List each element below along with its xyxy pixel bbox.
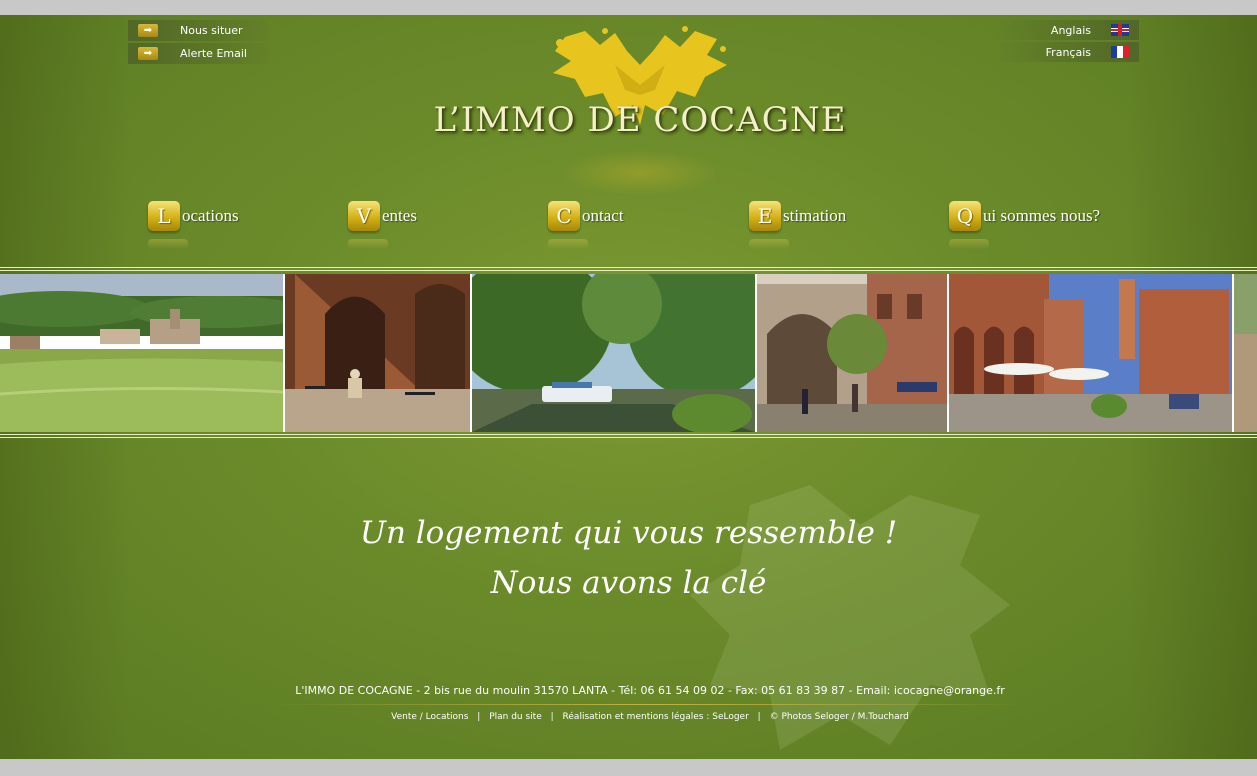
footer-separator: |: [757, 712, 761, 722]
nav-ventes-initial: V: [348, 201, 380, 231]
alerte-email-label: Alerte Email: [180, 47, 247, 60]
nav-contact-label: ontact: [582, 206, 624, 225]
footer-link-plan-du-site[interactable]: Plan du site: [489, 712, 542, 722]
nav-contact-initial: C: [548, 201, 580, 231]
arcade-cafe-photo: [285, 274, 470, 432]
footer-divider: [270, 704, 1030, 705]
strip-line-top: [0, 267, 1257, 268]
nav-ventes[interactable]: V entes: [348, 201, 417, 231]
nav-estimation-initial: E: [749, 201, 781, 231]
strip-line-bottom-2: [0, 437, 1257, 438]
nav-estimation-label: stimation: [783, 206, 847, 225]
nav-contact[interactable]: C ontact: [548, 201, 624, 231]
edge-photo: [1234, 274, 1257, 432]
footer-link-vente-locations[interactable]: Vente / Locations: [391, 712, 468, 722]
nav-locations-label: ocations: [182, 206, 239, 225]
alerte-email-link[interactable]: ➡ Alerte Email: [128, 43, 268, 64]
arrow-right-icon: ➡: [138, 47, 158, 60]
page: ➡ Nous situer ➡ Alerte Email Anglais Fra…: [0, 15, 1257, 759]
slogan-line-1: Un logement qui vous ressemble !: [359, 515, 898, 551]
nav-estimation[interactable]: E stimation: [749, 201, 846, 231]
footer-address: L'IMMO DE COCAGNE - 2 bis rue du moulin …: [295, 684, 1005, 697]
footer-link-photos[interactable]: © Photos Seloger / M.Touchard: [770, 712, 909, 722]
nav-locations-initial: L: [148, 201, 180, 231]
nav-locations[interactable]: L ocations: [148, 201, 239, 231]
site-logo[interactable]: L’IMMO DE COCAGNE: [420, 25, 860, 195]
footer-link-realisation[interactable]: Réalisation et mentions légales : SeLoge…: [563, 712, 749, 722]
nav-qui-sommes-nous[interactable]: Q ui sommes nous?: [949, 201, 1100, 231]
footer-links: Vente / Locations | Plan du site | Réali…: [0, 712, 1257, 722]
place-capitole-photo: [949, 274, 1232, 432]
logo-reflection: [560, 150, 720, 195]
slogan: Un logement qui vous ressemble ! Nous av…: [0, 508, 1257, 608]
strip-line-top-2: [0, 270, 1257, 271]
canal-photo: [472, 274, 755, 432]
nav-ventes-label: entes: [382, 206, 417, 225]
strip-line-bottom: [0, 434, 1257, 435]
top-links: ➡ Nous situer ➡ Alerte Email: [128, 20, 268, 66]
lang-francais[interactable]: Français: [999, 42, 1139, 62]
france-flag-icon: [1111, 46, 1129, 58]
main-nav: L ocations V entes C ontact E stimation …: [148, 201, 1128, 249]
basilica-photo: [757, 274, 947, 432]
logo-text: L’IMMO DE COCAGNE: [433, 100, 847, 140]
footer-separator: |: [477, 712, 481, 722]
photo-strip: [0, 274, 1257, 432]
nous-situer-link[interactable]: ➡ Nous situer: [128, 20, 268, 41]
lang-anglais[interactable]: Anglais: [999, 20, 1139, 40]
uk-flag-icon: [1111, 24, 1129, 36]
arrow-right-icon: ➡: [138, 24, 158, 37]
countryside-photo: [0, 274, 283, 432]
nav-qui-sommes-nous-label: ui sommes nous?: [983, 206, 1101, 225]
footer-separator: |: [550, 712, 554, 722]
nav-qui-sommes-nous-initial: Q: [949, 201, 981, 231]
language-switcher: Anglais Français: [999, 20, 1139, 64]
lang-anglais-label: Anglais: [1050, 23, 1091, 37]
lang-francais-label: Français: [1045, 45, 1091, 59]
nous-situer-label: Nous situer: [180, 24, 243, 37]
slogan-line-2: Nous avons la clé: [490, 565, 767, 601]
